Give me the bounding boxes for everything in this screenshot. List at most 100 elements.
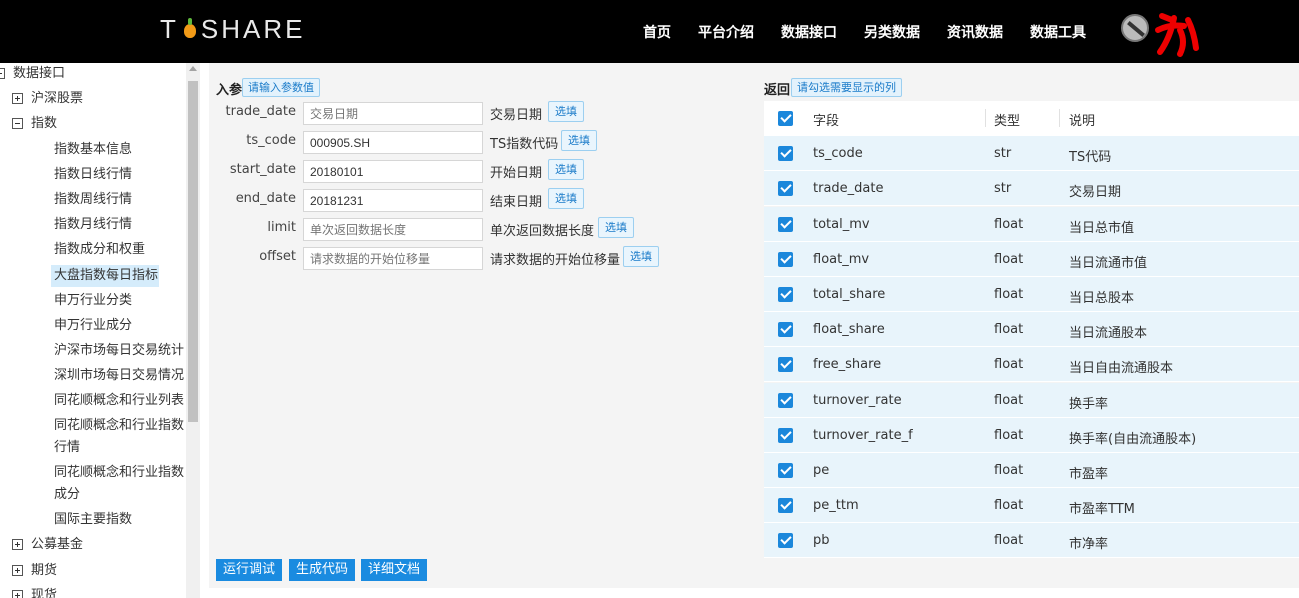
field-type: float [994, 463, 1024, 478]
sidebar-item-sw-member[interactable]: 申万行业成分 [54, 315, 186, 337]
sidebar-item-market-daily-stats[interactable]: 沪深市场每日交易统计 [54, 340, 186, 362]
nav-alt-data[interactable]: 另类数据 [864, 22, 920, 42]
optional-button[interactable]: 选填 [548, 188, 584, 209]
nav-data-tools[interactable]: 数据工具 [1030, 22, 1086, 42]
row-checkbox[interactable] [778, 146, 793, 161]
expand-icon[interactable] [12, 539, 23, 550]
sidebar-group-label: 沪深股票 [31, 91, 84, 106]
tushare-logo[interactable]: T SHARE [160, 14, 305, 44]
expand-icon[interactable] [12, 590, 23, 598]
field-type: str [994, 181, 1012, 196]
sidebar-group-index[interactable]: 指数 [12, 113, 57, 135]
sidebar-item-index-weight[interactable]: 指数成分和权重 [54, 239, 186, 261]
sidebar-item-global-index[interactable]: 国际主要指数 [54, 509, 186, 531]
field-desc: 市盈率TTM [1069, 502, 1135, 517]
row-checkbox[interactable] [778, 252, 793, 267]
row-checkbox[interactable] [778, 428, 793, 443]
ts-code-input[interactable] [303, 131, 483, 154]
row-checkbox[interactable] [778, 357, 793, 372]
field-desc: TS代码 [1069, 150, 1112, 165]
row-checkbox[interactable] [778, 463, 793, 478]
row-checkbox[interactable] [778, 393, 793, 408]
nav-data-api[interactable]: 数据接口 [781, 22, 837, 42]
table-row[interactable]: turnover_rate float 换手率 [764, 383, 1299, 418]
row-checkbox[interactable] [778, 322, 793, 337]
row-checkbox[interactable] [778, 181, 793, 196]
sidebar-item-sz-daily-info[interactable]: 深圳市场每日交易情况 [54, 365, 186, 387]
limit-input[interactable] [303, 218, 483, 241]
param-desc-trade-date: 交易日期 [490, 108, 543, 123]
sidebar-item-ths-index-daily[interactable]: 同花顺概念和行业指数行情 [54, 415, 186, 459]
row-checkbox[interactable] [778, 217, 793, 232]
generate-code-button[interactable]: 生成代码 [289, 559, 356, 581]
sidebar-item-index-monthly[interactable]: 指数月线行情 [54, 214, 186, 236]
scroll-up-icon[interactable] [189, 66, 197, 71]
detail-docs-button[interactable]: 详细文档 [361, 559, 428, 581]
table-row[interactable]: total_share float 当日总股本 [764, 277, 1299, 312]
table-row[interactable]: total_mv float 当日总市值 [764, 207, 1299, 242]
param-label-limit: limit [267, 220, 296, 235]
sidebar-group-spot[interactable]: 现货 [12, 585, 57, 598]
optional-button[interactable]: 选填 [561, 130, 597, 151]
sidebar-item-index-basic[interactable]: 指数基本信息 [54, 139, 186, 161]
row-checkbox[interactable] [778, 287, 793, 302]
sidebar-item-index-dailybasic[interactable]: 大盘指数每日指标 [51, 265, 159, 287]
field-type: float [994, 217, 1024, 232]
nav-platform-intro[interactable]: 平台介绍 [698, 22, 754, 42]
field-type: float [994, 393, 1024, 408]
field-name: free_share [813, 357, 882, 372]
expand-icon[interactable] [12, 565, 23, 576]
top-nav-bar: T SHARE 首页 平台介绍 数据接口 另类数据 资讯数据 数据工具 [0, 0, 1299, 63]
collapse-icon[interactable] [0, 68, 5, 79]
end-date-input[interactable] [303, 189, 483, 212]
table-row[interactable]: free_share float 当日自由流通股本 [764, 347, 1299, 382]
user-avatar[interactable] [1121, 14, 1149, 42]
sidebar-group-funds[interactable]: 公募基金 [12, 534, 83, 556]
table-row[interactable]: float_mv float 当日流通市值 [764, 242, 1299, 277]
field-desc: 当日总股本 [1069, 291, 1135, 306]
optional-button[interactable]: 选填 [548, 159, 584, 180]
returns-hint: 请勾选需要显示的列 [791, 78, 902, 97]
table-row[interactable]: float_share float 当日流通股本 [764, 312, 1299, 347]
table-row[interactable]: pe_ttm float 市盈率TTM [764, 488, 1299, 523]
sidebar-group-futures[interactable]: 期货 [12, 560, 57, 582]
optional-button[interactable]: 选填 [598, 217, 634, 238]
table-row[interactable]: trade_date str 交易日期 [764, 171, 1299, 206]
field-desc: 换手率(自由流通股本) [1069, 432, 1197, 447]
table-row[interactable]: pb float 市净率 [764, 523, 1299, 558]
field-type: float [994, 498, 1024, 513]
table-row[interactable]: ts_code str TS代码 [764, 136, 1299, 171]
sidebar-item-index-daily[interactable]: 指数日线行情 [54, 164, 186, 186]
column-header-desc: 说明 [1069, 114, 1096, 129]
sidebar-scroll-thumb[interactable] [188, 81, 198, 422]
run-debug-button[interactable]: 运行调试 [216, 559, 283, 581]
optional-button[interactable]: 选填 [548, 101, 584, 122]
field-desc: 交易日期 [1069, 185, 1122, 200]
table-row[interactable]: pe float 市盈率 [764, 453, 1299, 488]
offset-input[interactable] [303, 247, 483, 270]
sidebar-group-stocks[interactable]: 沪深股票 [12, 88, 83, 110]
trade-date-input[interactable] [303, 102, 483, 125]
sidebar-item-sw-classify[interactable]: 申万行业分类 [54, 290, 186, 312]
table-row[interactable]: turnover_rate_f float 换手率(自由流通股本) [764, 418, 1299, 453]
field-type: float [994, 428, 1024, 443]
column-header-type: 类型 [994, 114, 1021, 129]
collapse-icon[interactable] [12, 118, 23, 129]
field-type: float [994, 322, 1024, 337]
row-checkbox[interactable] [778, 533, 793, 548]
nav-home[interactable]: 首页 [643, 22, 671, 42]
sidebar-item-index-weekly[interactable]: 指数周线行情 [54, 189, 186, 211]
optional-button[interactable]: 选填 [623, 246, 659, 267]
field-desc: 当日流通市值 [1069, 256, 1148, 271]
field-desc: 当日流通股本 [1069, 326, 1148, 341]
param-label-ts-code: ts_code [246, 133, 296, 148]
row-checkbox[interactable] [778, 498, 793, 513]
expand-icon[interactable] [12, 93, 23, 104]
nav-news-data[interactable]: 资讯数据 [947, 22, 1003, 42]
start-date-input[interactable] [303, 160, 483, 183]
sidebar-item-ths-index-member[interactable]: 同花顺概念和行业指数成分 [54, 462, 186, 506]
field-name: pe [813, 463, 830, 478]
sidebar-root[interactable]: 数据接口 [0, 63, 65, 85]
sidebar-item-ths-index-list[interactable]: 同花顺概念和行业列表 [54, 390, 186, 412]
select-all-checkbox[interactable] [778, 111, 793, 126]
